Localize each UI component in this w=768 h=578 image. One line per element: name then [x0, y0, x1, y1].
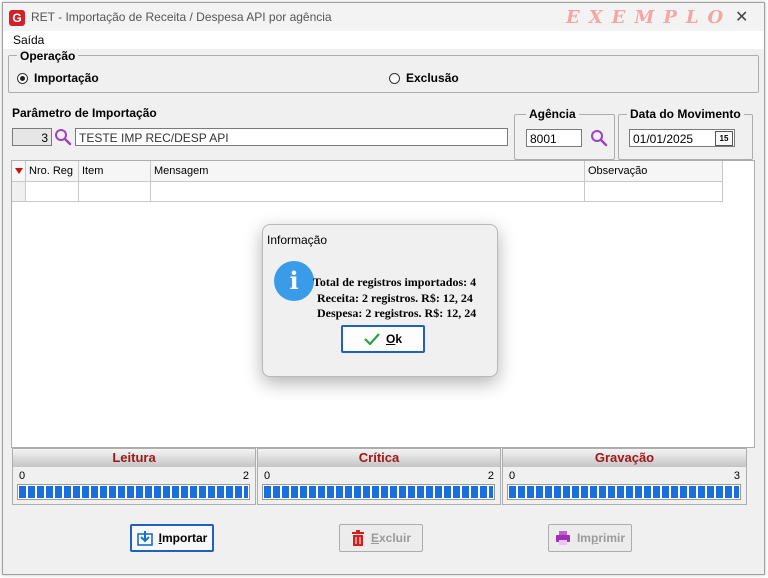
progress-leitura-max: 2: [242, 470, 249, 482]
printer-icon: [555, 531, 570, 545]
grid-header: Nro. Reg Item Mensagem Observação: [12, 161, 723, 182]
dialog-title: Informação: [267, 233, 328, 247]
ok-button[interactable]: Ok: [341, 325, 425, 353]
information-dialog: Informação i Total de registros importad…: [262, 224, 498, 377]
table-row[interactable]: [12, 182, 723, 202]
dialog-line-total: Total de registros importados: 4: [313, 275, 477, 289]
excluir-label: Excluir: [370, 531, 412, 545]
parametro-label: Parâmetro de Importação: [12, 106, 157, 120]
progress-gravacao: Gravação 0 3: [502, 448, 747, 505]
progress-leitura-bar: [17, 484, 250, 500]
progress-critica: Crítica 0 2: [257, 448, 501, 505]
window-title: RET - Importação de Receita / Despesa AP…: [31, 10, 332, 24]
progress-leitura: Leitura 0 2: [12, 448, 256, 505]
cell-mensagem[interactable]: [151, 182, 585, 201]
row-indicator-cell: [12, 182, 26, 201]
radio-exclusao[interactable]: Exclusão: [389, 71, 459, 85]
trash-icon: [351, 530, 364, 546]
calendar-icon[interactable]: 15: [715, 131, 733, 146]
dialog-line-despesa: Despesa: 2 registros. R$: 12, 24: [317, 306, 477, 320]
imprimir-label: Imprimir: [576, 531, 626, 545]
imprimir-button[interactable]: Imprimir: [548, 524, 632, 552]
menu-item-saida[interactable]: Saída: [13, 33, 44, 47]
agencia-search-icon[interactable]: [590, 129, 608, 147]
radio-exclusao-dot[interactable]: [389, 72, 400, 84]
close-icon[interactable]: ✕: [735, 7, 748, 27]
sort-arrow-icon[interactable]: [15, 168, 23, 174]
watermark-exemplo: EXEMPLO: [566, 7, 733, 28]
importar-label: Importar: [158, 531, 208, 545]
progress-critica-fill: [264, 486, 493, 498]
radio-importacao[interactable]: Importação: [17, 71, 99, 85]
data-movimento-group: Data do Movimento 01/01/2025 15: [618, 107, 753, 160]
progress-critica-bar: [262, 484, 495, 500]
excluir-button[interactable]: Excluir: [339, 524, 423, 552]
progress-leitura-fill: [19, 486, 248, 498]
operacao-group: Operação Importação Exclusão: [8, 49, 759, 93]
progress-gravacao-bar: [507, 484, 741, 500]
cell-nro-reg[interactable]: [26, 182, 79, 201]
progress-critica-title: Crítica: [258, 449, 500, 467]
progress-gravacao-fill: [509, 486, 739, 498]
menu-bar: Saída: [3, 31, 764, 49]
column-observacao[interactable]: Observação: [585, 161, 723, 181]
progress-gravacao-title: Gravação: [503, 449, 746, 467]
progress-gravacao-max: 3: [733, 470, 740, 482]
progress-gravacao-min: 0: [509, 470, 516, 482]
agencia-input[interactable]: 8001: [526, 129, 582, 147]
operacao-label: Operação: [17, 49, 79, 63]
progress-leitura-min: 0: [19, 470, 26, 482]
parametro-description-field: TESTE IMP REC/DESP API: [75, 128, 508, 146]
grid-indicator-col[interactable]: [12, 161, 26, 181]
ok-label: Ok: [385, 332, 403, 346]
dialog-line-receita: Receita: 2 registros. R$: 12, 24: [317, 291, 473, 305]
radio-importacao-dot[interactable]: [17, 72, 28, 84]
agencia-group: Agência 8001: [514, 107, 615, 160]
search-icon[interactable]: [54, 128, 72, 146]
agencia-label: Agência: [526, 107, 579, 121]
progress-critica-min: 0: [264, 470, 271, 482]
importar-button[interactable]: Importar: [130, 524, 214, 552]
radio-importacao-label: Importação: [34, 71, 99, 85]
app-logo-icon: G: [9, 10, 25, 26]
parametro-code-field: 3: [12, 128, 52, 146]
column-item[interactable]: Item: [79, 161, 151, 181]
column-mensagem[interactable]: Mensagem: [151, 161, 585, 181]
info-icon: i: [274, 261, 314, 301]
progress-critica-max: 2: [487, 470, 494, 482]
cell-item[interactable]: [79, 182, 151, 201]
title-bar: G RET - Importação de Receita / Despesa …: [3, 3, 764, 31]
column-nro-reg[interactable]: Nro. Reg: [26, 161, 79, 181]
import-icon: [136, 531, 153, 546]
radio-exclusao-label: Exclusão: [406, 71, 459, 85]
progress-leitura-title: Leitura: [13, 449, 255, 467]
checkmark-icon: [364, 333, 380, 345]
cell-observacao[interactable]: [585, 182, 723, 201]
data-movimento-label: Data do Movimento: [627, 107, 744, 121]
